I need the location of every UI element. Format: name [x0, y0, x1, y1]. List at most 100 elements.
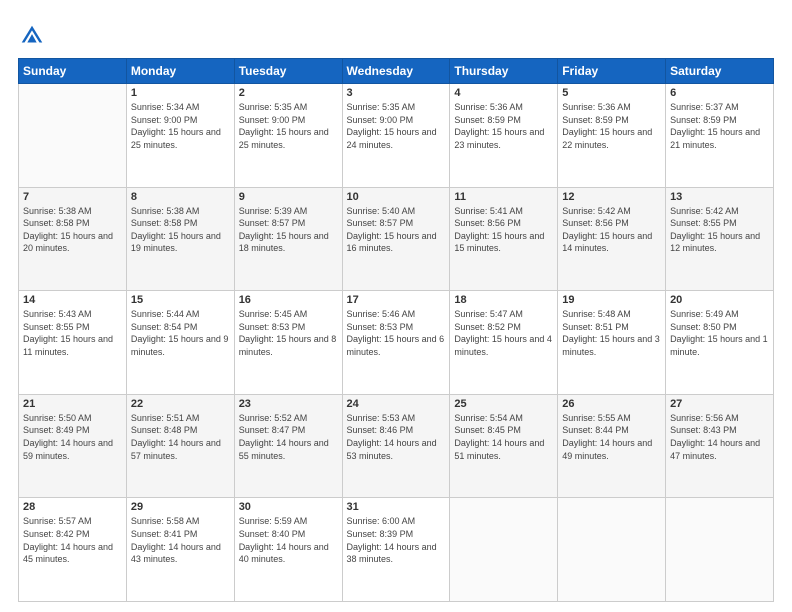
day-info: Sunrise: 5:42 AM Sunset: 8:56 PM Dayligh…	[562, 205, 661, 255]
day-number: 5	[562, 87, 661, 99]
day-info: Sunrise: 5:51 AM Sunset: 8:48 PM Dayligh…	[131, 412, 230, 462]
weekday-header-thursday: Thursday	[450, 59, 558, 84]
day-info: Sunrise: 5:38 AM Sunset: 8:58 PM Dayligh…	[23, 205, 122, 255]
day-number: 29	[131, 501, 230, 513]
calendar-cell	[558, 498, 666, 602]
day-info: Sunrise: 5:38 AM Sunset: 8:58 PM Dayligh…	[131, 205, 230, 255]
calendar-cell: 22 Sunrise: 5:51 AM Sunset: 8:48 PM Dayli…	[126, 394, 234, 498]
day-number: 28	[23, 501, 122, 513]
day-number: 27	[670, 398, 769, 410]
day-number: 18	[454, 294, 553, 306]
day-number: 9	[239, 191, 338, 203]
calendar-cell: 4Sunrise: 5:36 AM Sunset: 8:59 PM Daylig…	[450, 84, 558, 188]
calendar-cell: 31 Sunrise: 6:00 AM Sunset: 8:39 PM Dayli…	[342, 498, 450, 602]
day-number: 3	[347, 87, 446, 99]
weekday-header-sunday: Sunday	[19, 59, 127, 84]
day-info: Sunrise: 5:41 AM Sunset: 8:56 PM Dayligh…	[454, 205, 553, 255]
day-info: Sunrise: 5:50 AM Sunset: 8:49 PM Dayligh…	[23, 412, 122, 462]
day-number: 16	[239, 294, 338, 306]
day-info: Sunrise: 5:55 AM Sunset: 8:44 PM Dayligh…	[562, 412, 661, 462]
calendar-cell	[19, 84, 127, 188]
day-info: Sunrise: 5:56 AM Sunset: 8:43 PM Dayligh…	[670, 412, 769, 462]
calendar-cell: 11 Sunrise: 5:41 AM Sunset: 8:56 PM Dayli…	[450, 187, 558, 291]
weekday-header-monday: Monday	[126, 59, 234, 84]
weekday-header-friday: Friday	[558, 59, 666, 84]
calendar-cell: 5Sunrise: 5:36 AM Sunset: 8:59 PM Daylig…	[558, 84, 666, 188]
calendar-cell: 8 Sunrise: 5:38 AM Sunset: 8:58 PM Daylig…	[126, 187, 234, 291]
calendar-cell: 27 Sunrise: 5:56 AM Sunset: 8:43 PM Dayli…	[666, 394, 774, 498]
logo-icon	[18, 22, 46, 50]
calendar-cell: 29 Sunrise: 5:58 AM Sunset: 8:41 PM Dayli…	[126, 498, 234, 602]
calendar-cell: 1 Sunrise: 5:34 AM Sunset: 9:00 PM Daylig…	[126, 84, 234, 188]
day-info: Sunrise: 5:52 AM Sunset: 8:47 PM Dayligh…	[239, 412, 338, 462]
calendar-table: SundayMondayTuesdayWednesdayThursdayFrid…	[18, 58, 774, 602]
calendar-week-row: 14Sunrise: 5:43 AM Sunset: 8:55 PM Dayli…	[19, 291, 774, 395]
calendar-cell: 13 Sunrise: 5:42 AM Sunset: 8:55 PM Dayli…	[666, 187, 774, 291]
calendar-cell: 10 Sunrise: 5:40 AM Sunset: 8:57 PM Dayli…	[342, 187, 450, 291]
calendar-cell: 6 Sunrise: 5:37 AM Sunset: 8:59 PM Daylig…	[666, 84, 774, 188]
day-number: 25	[454, 398, 553, 410]
calendar-cell: 9 Sunrise: 5:39 AM Sunset: 8:57 PM Daylig…	[234, 187, 342, 291]
weekday-header-row: SundayMondayTuesdayWednesdayThursdayFrid…	[19, 59, 774, 84]
calendar-cell: 14Sunrise: 5:43 AM Sunset: 8:55 PM Dayli…	[19, 291, 127, 395]
day-info: Sunrise: 5:35 AM Sunset: 9:00 PM Dayligh…	[239, 101, 338, 151]
calendar-cell: 19 Sunrise: 5:48 AM Sunset: 8:51 PM Dayli…	[558, 291, 666, 395]
day-info: Sunrise: 5:37 AM Sunset: 8:59 PM Dayligh…	[670, 101, 769, 151]
day-info: Sunrise: 5:47 AM Sunset: 8:52 PM Dayligh…	[454, 308, 553, 358]
page: SundayMondayTuesdayWednesdayThursdayFrid…	[0, 0, 792, 612]
calendar-cell: 21 Sunrise: 5:50 AM Sunset: 8:49 PM Dayli…	[19, 394, 127, 498]
day-number: 12	[562, 191, 661, 203]
calendar-cell: 28Sunrise: 5:57 AM Sunset: 8:42 PM Dayli…	[19, 498, 127, 602]
day-number: 30	[239, 501, 338, 513]
day-number: 21	[23, 398, 122, 410]
calendar-cell	[666, 498, 774, 602]
day-number: 22	[131, 398, 230, 410]
calendar-cell: 7 Sunrise: 5:38 AM Sunset: 8:58 PM Daylig…	[19, 187, 127, 291]
calendar-week-row: 1 Sunrise: 5:34 AM Sunset: 9:00 PM Daylig…	[19, 84, 774, 188]
day-info: Sunrise: 5:46 AM Sunset: 8:53 PM Dayligh…	[347, 308, 446, 358]
day-info: Sunrise: 5:59 AM Sunset: 8:40 PM Dayligh…	[239, 515, 338, 565]
calendar-cell: 15Sunrise: 5:44 AM Sunset: 8:54 PM Dayli…	[126, 291, 234, 395]
day-info: Sunrise: 5:34 AM Sunset: 9:00 PM Dayligh…	[131, 101, 230, 151]
calendar-cell: 16 Sunrise: 5:45 AM Sunset: 8:53 PM Dayli…	[234, 291, 342, 395]
day-info: Sunrise: 5:36 AM Sunset: 8:59 PM Dayligh…	[454, 101, 553, 151]
calendar-week-row: 21 Sunrise: 5:50 AM Sunset: 8:49 PM Dayli…	[19, 394, 774, 498]
calendar-week-row: 7 Sunrise: 5:38 AM Sunset: 8:58 PM Daylig…	[19, 187, 774, 291]
day-info: Sunrise: 5:58 AM Sunset: 8:41 PM Dayligh…	[131, 515, 230, 565]
day-number: 19	[562, 294, 661, 306]
day-info: Sunrise: 5:48 AM Sunset: 8:51 PM Dayligh…	[562, 308, 661, 358]
day-number: 11	[454, 191, 553, 203]
weekday-header-saturday: Saturday	[666, 59, 774, 84]
calendar-cell: 30 Sunrise: 5:59 AM Sunset: 8:40 PM Dayli…	[234, 498, 342, 602]
day-info: Sunrise: 5:44 AM Sunset: 8:54 PM Dayligh…	[131, 308, 230, 358]
day-info: Sunrise: 5:40 AM Sunset: 8:57 PM Dayligh…	[347, 205, 446, 255]
day-number: 17	[347, 294, 446, 306]
day-number: 8	[131, 191, 230, 203]
day-info: Sunrise: 6:00 AM Sunset: 8:39 PM Dayligh…	[347, 515, 446, 565]
day-info: Sunrise: 5:54 AM Sunset: 8:45 PM Dayligh…	[454, 412, 553, 462]
day-number: 7	[23, 191, 122, 203]
day-info: Sunrise: 5:49 AM Sunset: 8:50 PM Dayligh…	[670, 308, 769, 358]
day-info: Sunrise: 5:43 AM Sunset: 8:55 PM Dayligh…	[23, 308, 122, 358]
day-info: Sunrise: 5:35 AM Sunset: 9:00 PM Dayligh…	[347, 101, 446, 151]
calendar-cell	[450, 498, 558, 602]
calendar-cell: 18 Sunrise: 5:47 AM Sunset: 8:52 PM Dayli…	[450, 291, 558, 395]
day-number: 24	[347, 398, 446, 410]
calendar-cell: 23 Sunrise: 5:52 AM Sunset: 8:47 PM Dayli…	[234, 394, 342, 498]
day-info: Sunrise: 5:39 AM Sunset: 8:57 PM Dayligh…	[239, 205, 338, 255]
day-info: Sunrise: 5:42 AM Sunset: 8:55 PM Dayligh…	[670, 205, 769, 255]
day-info: Sunrise: 5:53 AM Sunset: 8:46 PM Dayligh…	[347, 412, 446, 462]
day-number: 23	[239, 398, 338, 410]
calendar-cell: 12 Sunrise: 5:42 AM Sunset: 8:56 PM Dayli…	[558, 187, 666, 291]
day-number: 1	[131, 87, 230, 99]
weekday-header-tuesday: Tuesday	[234, 59, 342, 84]
calendar-cell: 24 Sunrise: 5:53 AM Sunset: 8:46 PM Dayli…	[342, 394, 450, 498]
calendar-cell: 3 Sunrise: 5:35 AM Sunset: 9:00 PM Daylig…	[342, 84, 450, 188]
day-number: 2	[239, 87, 338, 99]
day-number: 6	[670, 87, 769, 99]
day-number: 20	[670, 294, 769, 306]
day-info: Sunrise: 5:45 AM Sunset: 8:53 PM Dayligh…	[239, 308, 338, 358]
day-number: 31	[347, 501, 446, 513]
day-number: 13	[670, 191, 769, 203]
day-number: 10	[347, 191, 446, 203]
